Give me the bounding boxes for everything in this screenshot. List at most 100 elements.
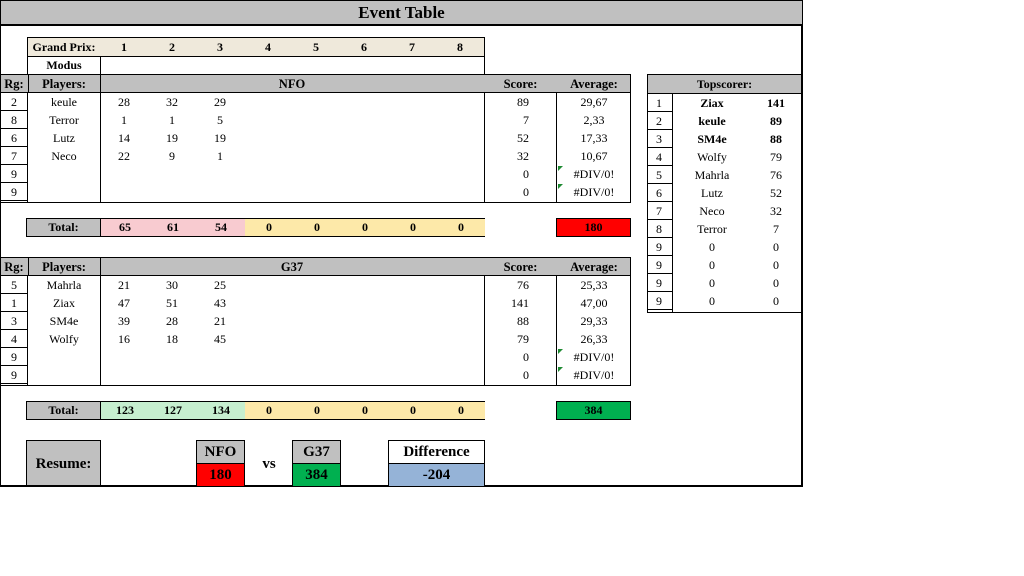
gp-total: 0 [437, 402, 485, 419]
player-rank: 3 [11, 314, 17, 328]
gp-points [100, 165, 148, 183]
gp-points: 47 [118, 296, 130, 310]
modus-label: Modus [46, 58, 82, 72]
player-name: keule [51, 95, 77, 109]
gp-points: 28 [118, 95, 130, 109]
error-indicator-icon [558, 367, 563, 372]
grand-prix-number: 5 [313, 40, 319, 54]
player-name: Neco [51, 149, 77, 163]
gp-points: 9 [169, 149, 175, 163]
grand-prix-label: Grand Prix: [32, 40, 96, 54]
grand-prix-number: 6 [361, 40, 367, 54]
resume-team1-name: NFO [196, 440, 245, 464]
topscorer-name: 0 [709, 276, 715, 290]
gp-points: 19 [166, 131, 178, 145]
player-name [28, 348, 100, 366]
topscorer-score: 89 [770, 114, 782, 128]
resume-difference-label: Difference [388, 440, 485, 464]
player-rank: 5 [11, 278, 17, 292]
player-name: Terror [49, 113, 79, 127]
gp-points [196, 165, 244, 183]
gp-points [196, 183, 244, 201]
gp-total: 127 [149, 402, 197, 419]
topscorer-name: Lutz [701, 186, 723, 200]
player-average: 47,00 [580, 296, 608, 310]
gp-total: 0 [245, 219, 293, 236]
gp-total: 61 [149, 219, 197, 236]
player-score: 7 [523, 113, 529, 127]
player-average: 2,33 [583, 113, 605, 127]
gp-total: 0 [389, 402, 437, 419]
player-average: 17,33 [580, 131, 608, 145]
rank-header: Rg: [4, 77, 24, 91]
player-rank: 9 [11, 368, 17, 382]
gp-total: 0 [341, 402, 389, 419]
topscorer-score: 79 [770, 150, 782, 164]
average-header: Average: [570, 260, 618, 274]
team-name-header: G37 [280, 260, 304, 274]
topscorer-rank: 9 [656, 294, 662, 308]
player-rank: 7 [11, 149, 17, 163]
total-label: Total: [26, 401, 101, 420]
topscorer-rank: 5 [656, 168, 662, 182]
grand-prix-number: 7 [409, 40, 415, 54]
resume-label: Resume: [26, 440, 101, 486]
gp-points: 29 [214, 95, 226, 109]
gp-points: 14 [118, 131, 130, 145]
topscorer-score: 76 [770, 168, 782, 182]
topscorer-rank: 7 [656, 204, 662, 218]
topscorer-rank: 4 [656, 150, 662, 164]
player-rank: 1 [11, 296, 17, 310]
player-score: 89 [517, 95, 529, 109]
player-score: 76 [517, 278, 529, 292]
players-header: Players: [42, 77, 86, 91]
player-average: 29,33 [580, 314, 608, 328]
resume-team1-score: 180 [196, 463, 245, 487]
gp-points: 21 [214, 314, 226, 328]
gp-points: 25 [214, 278, 226, 292]
player-score: 141 [511, 296, 529, 310]
resume-difference-value: -204 [388, 463, 485, 487]
player-rank: 2 [11, 95, 17, 109]
gp-points: 1 [169, 113, 175, 127]
player-rank: 6 [11, 131, 17, 145]
player-average: #DIV/0! [573, 185, 615, 199]
topscorer-name: keule [698, 114, 726, 128]
player-name [28, 183, 100, 201]
gp-points: 32 [166, 95, 178, 109]
grand-prix-number: 2 [169, 40, 175, 54]
error-indicator-icon [558, 349, 563, 354]
player-average: #DIV/0! [573, 350, 615, 364]
gp-total: 0 [389, 219, 437, 236]
topscorer-score: 32 [770, 204, 782, 218]
resume-team2-name: G37 [292, 440, 341, 464]
player-average: 25,33 [580, 278, 608, 292]
player-name: Mahrla [46, 278, 82, 292]
player-average: #DIV/0! [573, 167, 615, 181]
gp-points [196, 366, 244, 384]
gp-total: 0 [245, 402, 293, 419]
topscorer-name: SM4e [697, 132, 727, 146]
player-rank: 8 [11, 113, 17, 127]
rank-header: Rg: [4, 260, 24, 274]
player-rank: 9 [11, 185, 17, 199]
player-name: Lutz [53, 131, 75, 145]
gp-total: 0 [341, 219, 389, 236]
gp-points: 19 [214, 131, 226, 145]
topscorer-score: 7 [773, 222, 779, 236]
gp-points: 21 [118, 278, 130, 292]
topscorer-rank: 1 [656, 96, 662, 110]
player-score: 0 [523, 167, 529, 181]
gp-points: 51 [166, 296, 178, 310]
topscorer-rank: 2 [656, 114, 662, 128]
topscorer-score: 52 [770, 186, 782, 200]
topscorer-score: 88 [770, 132, 782, 146]
error-indicator-icon [558, 184, 563, 189]
topscorer-title: Topscorer: [648, 75, 801, 94]
gp-points [148, 348, 196, 366]
total-label: Total: [26, 218, 101, 237]
topscorer-rank: 6 [656, 186, 662, 200]
topscorer-rank: 3 [656, 132, 662, 146]
player-average: 26,33 [580, 332, 608, 346]
team-name-header: NFO [278, 77, 306, 91]
